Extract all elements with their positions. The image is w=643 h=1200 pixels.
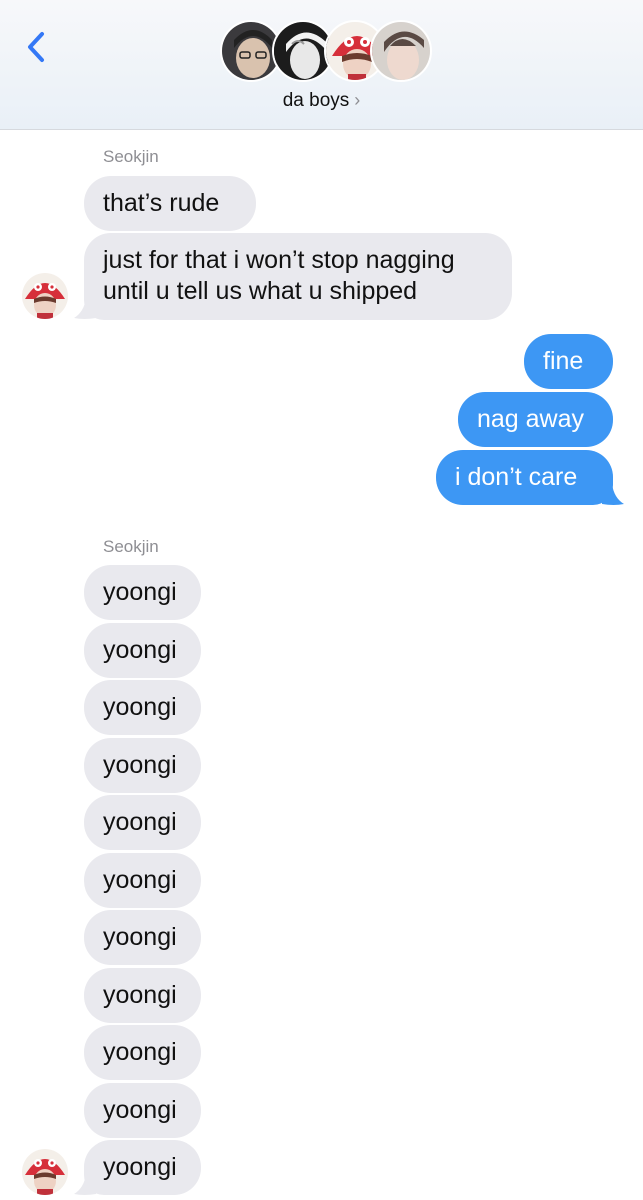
message-bubble[interactable]: yoongi <box>84 1025 201 1080</box>
message-bubble[interactable]: yoongi <box>84 680 201 735</box>
message-bubble[interactable]: yoongi <box>84 738 201 793</box>
message-text: yoongi <box>103 1096 177 1124</box>
message-bubble[interactable]: yoongi <box>84 910 201 965</box>
sender-avatar[interactable] <box>22 1149 68 1195</box>
message-text: yoongi <box>103 636 177 664</box>
chevron-left-icon <box>28 32 44 62</box>
sender-avatar[interactable] <box>22 273 68 319</box>
message-bubble[interactable]: that’s rude <box>84 176 256 231</box>
conversation-header: da boys › <box>0 0 643 130</box>
message-text: yoongi <box>103 808 177 836</box>
sender-label: Seokjin <box>103 537 159 556</box>
group-name: da boys <box>282 90 350 111</box>
chevron-right-icon: › <box>354 90 361 110</box>
message-text: yoongi <box>103 693 177 721</box>
message-text: fine <box>543 347 584 375</box>
bubble-tail <box>602 484 624 505</box>
message-bubble[interactable]: i don’t care <box>436 450 613 505</box>
message-bubble[interactable]: yoongi <box>84 795 201 850</box>
message-bubble[interactable]: yoongi <box>84 623 201 678</box>
back-button[interactable] <box>22 28 52 66</box>
message-bubble[interactable]: just for that i won’t stop nagging until… <box>84 233 512 320</box>
message-text: yoongi <box>103 1153 177 1181</box>
message-text: yoongi <box>103 578 177 606</box>
message-text: that’s rude <box>103 189 220 217</box>
message-text: yoongi <box>103 923 177 951</box>
message-text: yoongi <box>103 866 177 894</box>
message-bubble[interactable]: yoongi <box>84 1140 201 1195</box>
message-text: yoongi <box>103 1038 177 1066</box>
group-avatars[interactable] <box>220 20 432 86</box>
group-name-button[interactable]: da boys › <box>0 90 643 112</box>
message-bubble[interactable]: yoongi <box>84 565 201 620</box>
avatar-4 <box>370 20 432 82</box>
message-bubble[interactable]: yoongi <box>84 968 201 1023</box>
message-bubble[interactable]: yoongi <box>84 1083 201 1138</box>
message-bubble[interactable]: fine <box>524 334 613 389</box>
message-bubble[interactable]: nag away <box>458 392 613 447</box>
message-bubble[interactable]: yoongi <box>84 853 201 908</box>
message-text: yoongi <box>103 751 177 779</box>
message-text: i don’t care <box>455 463 578 491</box>
sender-label: Seokjin <box>103 147 159 166</box>
message-text-line-1: just for that i won’t stop nagging <box>103 246 455 274</box>
message-text-line-2: until u tell us what u shipped <box>103 277 418 305</box>
message-text: yoongi <box>103 981 177 1009</box>
message-text: nag away <box>477 405 585 433</box>
bubble-tail <box>74 1174 96 1195</box>
bubble-tail <box>74 298 96 319</box>
